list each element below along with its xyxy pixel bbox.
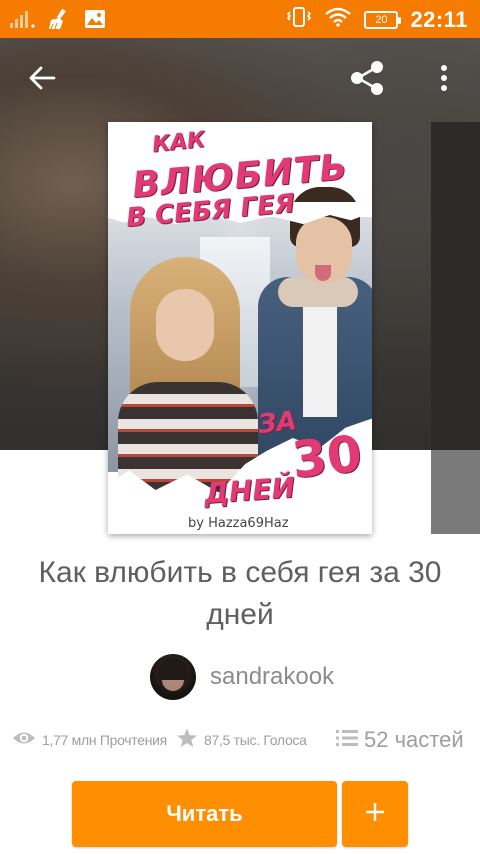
read-button-label: Читать	[166, 801, 243, 826]
cover-boy-shirt	[303, 297, 337, 417]
battery-level: 20	[375, 13, 388, 26]
wifi-icon	[324, 7, 352, 32]
share-button[interactable]	[344, 58, 390, 102]
list-icon	[336, 729, 358, 752]
author-link[interactable]: sandrakook	[150, 653, 334, 701]
star-icon	[176, 727, 198, 754]
avatar	[150, 654, 196, 700]
cover-girl-face	[156, 289, 214, 361]
plus-icon	[363, 800, 387, 829]
cover-title-line-5: 30	[289, 424, 365, 490]
status-bar: 20 22:11	[0, 0, 480, 38]
next-story-cover-shadow	[431, 450, 480, 534]
gallery-image-icon	[84, 9, 106, 34]
arrow-left-icon	[28, 66, 56, 95]
story-title: Как влюбить в себя гея за 30 дней	[38, 556, 442, 631]
stat-reads: 1,77 млн Прочтения	[12, 724, 167, 756]
more-vertical-icon	[440, 64, 448, 97]
read-button[interactable]: Читать	[72, 781, 337, 847]
eye-icon	[12, 729, 36, 752]
stat-parts: 52 частей	[336, 724, 464, 756]
cover-boy-tongue	[315, 265, 331, 281]
cover-title-line-1: КАК	[150, 127, 207, 158]
story-details-screen: 20 22:11 КАК ВЛЮБИТЬ В СЕБЯ ГЕЯ ЗА 30 ДН…	[0, 0, 480, 854]
back-button[interactable]	[18, 60, 66, 100]
cover-title-line-6: ДНЕЙ	[202, 470, 296, 511]
cover-byline: by Hazza69Haz	[188, 516, 289, 531]
status-bar-left	[10, 8, 106, 35]
clock: 22:11	[410, 6, 468, 32]
stat-votes: 87,5 тыс. Голоса	[176, 724, 307, 756]
reads-count: 1,77 млн Прочтения	[42, 732, 167, 748]
story-stats: 1,77 млн Прочтения 87,5 тыс. Голоса 52 ч…	[0, 724, 480, 756]
story-cover[interactable]: КАК ВЛЮБИТЬ В СЕБЯ ГЕЯ ЗА 30 ДНЕЙ by Haz…	[108, 122, 372, 534]
more-options-button[interactable]	[426, 60, 462, 100]
share-icon	[348, 59, 386, 102]
vibrate-icon	[286, 6, 312, 33]
add-to-library-button[interactable]	[342, 781, 408, 847]
parts-count: 52 частей	[364, 727, 464, 752]
battery-icon: 20	[364, 10, 402, 29]
author-name: sandrakook	[210, 663, 335, 690]
status-bar-right: 20 22:11	[286, 6, 468, 33]
votes-count: 87,5 тыс. Голоса	[204, 732, 307, 748]
signal-icon	[10, 9, 36, 34]
cleaner-broom-icon	[48, 8, 72, 35]
